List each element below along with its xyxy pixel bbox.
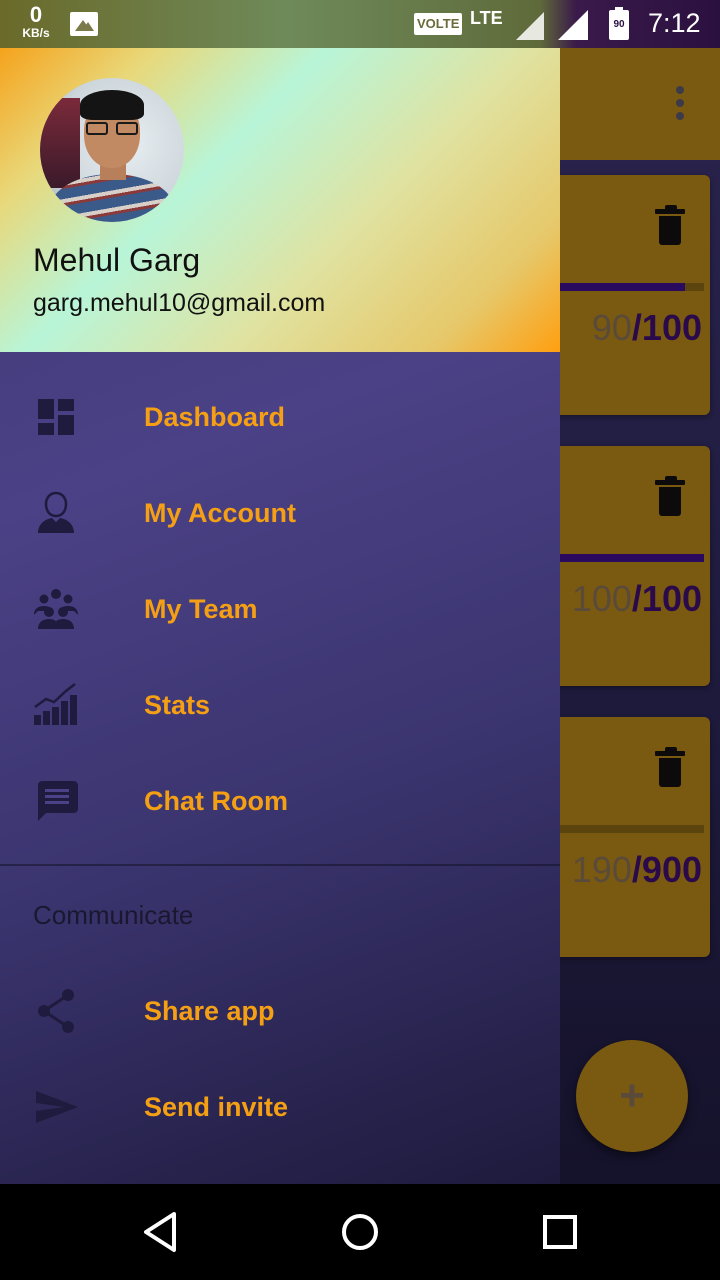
menu-item-label: Share app bbox=[144, 996, 275, 1026]
send-icon bbox=[36, 1091, 78, 1123]
status-bar: 0 KB/s VOLTE LTE 90 7:12 bbox=[0, 0, 720, 48]
chat-icon bbox=[38, 781, 78, 821]
menu-item-send-invite[interactable]: Send invite bbox=[0, 1059, 560, 1155]
team-icon bbox=[34, 589, 78, 629]
dashboard-icon bbox=[38, 399, 74, 435]
clock: 7:12 bbox=[648, 8, 701, 38]
menu-item-dashboard[interactable]: Dashboard bbox=[0, 369, 560, 465]
system-nav-bar bbox=[0, 1184, 720, 1280]
menu-item-my-team[interactable]: My Team bbox=[0, 561, 560, 657]
gallery-notification-icon bbox=[70, 12, 98, 36]
menu-item-label: Send invite bbox=[144, 1092, 289, 1122]
menu-item-share-app[interactable]: Share app bbox=[0, 963, 560, 1059]
menu-item-stats[interactable]: Stats bbox=[0, 657, 560, 753]
goal-score: 90/100 bbox=[591, 307, 702, 348]
goal-score: 190/900 bbox=[571, 849, 702, 890]
profile-name: Mehul Garg bbox=[33, 242, 201, 278]
divider bbox=[0, 864, 560, 866]
signal-icon bbox=[558, 10, 588, 40]
home-icon[interactable] bbox=[336, 1208, 384, 1256]
profile-email: garg.mehul10@gmail.com bbox=[33, 289, 326, 317]
drawer-header: Mehul Garg garg.mehul10@gmail.com bbox=[0, 48, 560, 352]
delete-icon[interactable] bbox=[655, 476, 685, 516]
battery-icon: 90 bbox=[609, 7, 629, 40]
delete-icon[interactable] bbox=[655, 747, 685, 787]
menu-item-my-account[interactable]: My Account bbox=[0, 465, 560, 561]
account-icon bbox=[38, 491, 74, 533]
recents-icon[interactable] bbox=[536, 1208, 584, 1256]
overflow-menu-icon[interactable] bbox=[670, 86, 690, 122]
menu-item-label: Chat Room bbox=[144, 786, 288, 816]
share-icon bbox=[38, 989, 74, 1033]
network-type: LTE bbox=[470, 8, 503, 28]
network-speed: 0 KB/s bbox=[22, 2, 50, 41]
menu-item-label: My Team bbox=[144, 594, 258, 624]
avatar[interactable] bbox=[40, 78, 184, 222]
stats-icon bbox=[34, 683, 77, 725]
plus-icon: + bbox=[619, 1071, 645, 1120]
add-button[interactable]: + bbox=[576, 1040, 688, 1152]
volte-badge: VOLTE bbox=[414, 13, 463, 35]
menu-item-label: Stats bbox=[144, 690, 211, 720]
signal-icon bbox=[516, 12, 544, 40]
menu-item-label: My Account bbox=[144, 498, 297, 528]
back-icon[interactable] bbox=[136, 1208, 184, 1256]
section-header: Communicate bbox=[33, 900, 194, 930]
goal-score: 100/100 bbox=[571, 578, 702, 619]
navigation-drawer: Mehul Garg garg.mehul10@gmail.com Dashbo… bbox=[0, 48, 560, 1184]
menu-item-label: Dashboard bbox=[144, 402, 286, 432]
menu-item-chat-room[interactable]: Chat Room bbox=[0, 753, 560, 849]
delete-icon[interactable] bbox=[655, 205, 685, 245]
